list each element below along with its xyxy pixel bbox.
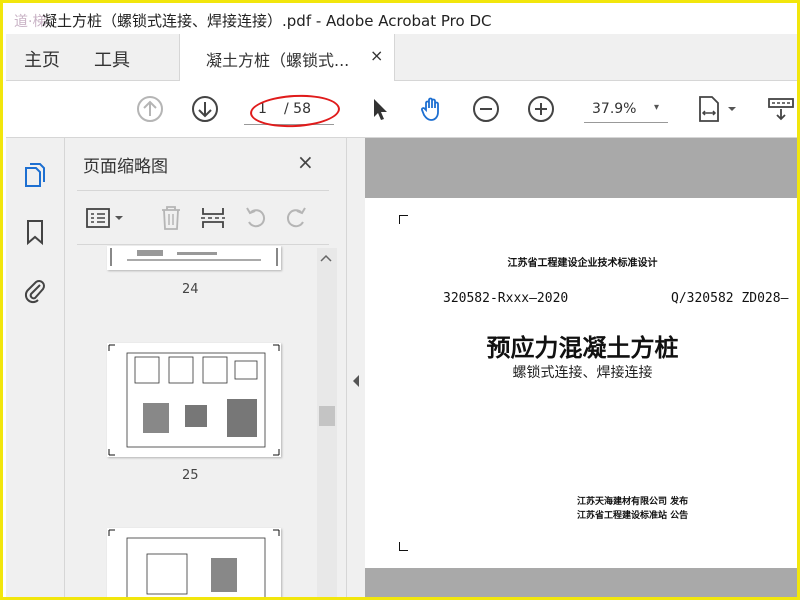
thumbnail-page-number: 24	[182, 282, 199, 297]
chevron-down-icon[interactable]: ▾	[654, 102, 659, 113]
doc-publisher-line: 江苏天海建材有限公司 发布	[577, 497, 689, 507]
scrollbar-thumb[interactable]	[319, 406, 335, 426]
document-view[interactable]: 江苏省工程建设企业技术标准设计 320582-Rxxx—2020 Q/32058…	[365, 138, 797, 597]
pdf-page: 江苏省工程建设企业技术标准设计 320582-Rxxx—2020 Q/32058…	[365, 198, 797, 568]
thumbnail-page[interactable]	[107, 246, 281, 270]
rotate-left-icon[interactable]	[241, 204, 269, 232]
insert-page-icon[interactable]	[199, 204, 227, 232]
crop-mark	[399, 542, 408, 551]
rotate-right-icon[interactable]	[283, 204, 311, 232]
thumbnails-panel: 页面缩略图 × 24 25	[65, 138, 346, 597]
thumbnail-drawing	[108, 529, 280, 597]
panel-close-button[interactable]: ×	[297, 150, 314, 174]
panel-divider	[77, 244, 329, 245]
scroll-mode-icon[interactable]	[766, 95, 798, 123]
doc-subtitle: 螺锁式连接、焊接连接	[512, 365, 653, 381]
panel-divider	[77, 190, 329, 191]
main-toolbar: 1 / 58 37.9% ▾	[6, 81, 798, 138]
thumbnail-drawing	[108, 344, 280, 456]
hand-tool-icon[interactable]	[418, 95, 446, 123]
delete-page-icon[interactable]	[157, 204, 185, 232]
scroll-up-icon[interactable]	[320, 254, 332, 262]
tab-bar: 主页 工具 凝土方桩（螺锁式... ×	[6, 34, 797, 81]
tab-document[interactable]: 凝土方桩（螺锁式... ×	[179, 34, 395, 81]
thumbnail-page[interactable]	[107, 528, 281, 597]
zoom-level-value: 37.9%	[592, 101, 637, 117]
panel-title: 页面缩略图	[83, 157, 168, 177]
tab-home[interactable]: 主页	[24, 46, 60, 72]
panel-splitter[interactable]	[346, 138, 365, 597]
acrobat-window: 道·梯网 凝土方桩（螺锁式连接、焊接连接）.pdf - Adobe Acroba…	[6, 6, 798, 597]
left-navigation-rail	[6, 138, 65, 597]
doc-code-right: Q/320582 ZD028—	[671, 291, 789, 306]
window-title: 凝土方桩（螺锁式连接、焊接连接）.pdf - Adobe Acrobat Pro…	[42, 12, 492, 30]
tab-tools[interactable]: 工具	[94, 46, 130, 72]
tab-close-button[interactable]: ×	[370, 46, 383, 65]
paperclip-icon[interactable]	[22, 276, 48, 304]
crop-mark	[399, 215, 408, 224]
next-page-icon[interactable]	[191, 95, 219, 123]
doc-title: 预应力混凝土方桩	[486, 334, 679, 362]
title-bar: 道·梯网 凝土方桩（螺锁式连接、焊接连接）.pdf - Adobe Acroba…	[6, 6, 797, 34]
thumbnail-drawing	[110, 248, 278, 266]
tab-document-label: 凝土方桩（螺锁式...	[206, 51, 350, 70]
doc-org-line: 江苏省工程建设企业技术标准设计	[507, 258, 658, 269]
select-arrow-icon[interactable]	[366, 95, 394, 123]
zoom-level-select[interactable]: 37.9% ▾	[584, 98, 668, 123]
thumbnail-page-number: 25	[182, 468, 199, 483]
thumbnail-page[interactable]	[107, 343, 281, 457]
fit-page-icon[interactable]	[696, 95, 740, 123]
panel-toolbar	[65, 196, 346, 240]
page-thumbnails-icon[interactable]	[22, 162, 48, 190]
zoom-in-icon[interactable]	[527, 95, 555, 123]
previous-page-icon[interactable]	[136, 95, 164, 123]
zoom-out-icon[interactable]	[472, 95, 500, 123]
doc-code-left: 320582-Rxxx—2020	[443, 291, 569, 306]
collapse-panel-icon[interactable]	[351, 374, 361, 388]
window-frame: 道·梯网 凝土方桩（螺锁式连接、焊接连接）.pdf - Adobe Acroba…	[0, 0, 800, 600]
doc-publisher-line: 江苏省工程建设标准站 公告	[577, 511, 689, 521]
thumbnail-options-icon[interactable]	[85, 204, 129, 232]
bookmark-icon[interactable]	[22, 218, 48, 246]
